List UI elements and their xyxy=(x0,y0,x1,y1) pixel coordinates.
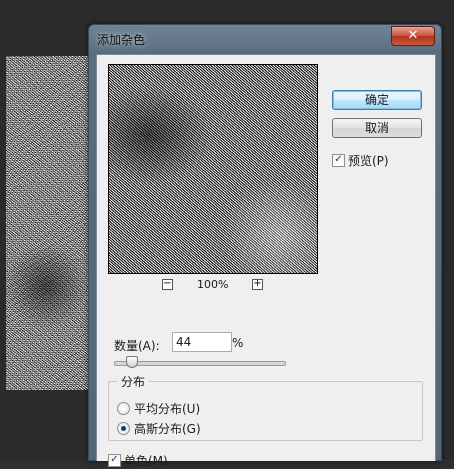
document-canvas xyxy=(6,56,92,390)
zoom-level: 100% xyxy=(197,278,229,291)
monochromatic-label: 单色(M) xyxy=(124,454,168,468)
zoom-out-button[interactable]: − xyxy=(162,279,173,290)
radio-gaussian-label: 高斯分布(G) xyxy=(134,422,201,436)
zoom-in-button[interactable]: + xyxy=(252,279,263,290)
radio-uniform[interactable]: 平均分布(U) xyxy=(117,400,200,417)
checkbox-check-icon[interactable]: ✓ xyxy=(332,154,345,167)
amount-label: 数量(A): xyxy=(114,339,160,353)
noise-preview[interactable] xyxy=(108,64,318,274)
plus-icon: + xyxy=(253,278,262,289)
title-bar[interactable]: 添加杂色 ✕ xyxy=(89,25,441,53)
close-icon: ✕ xyxy=(407,28,419,43)
close-button[interactable]: ✕ xyxy=(391,26,435,46)
amount-input[interactable]: 44 xyxy=(172,332,232,352)
dialog-title: 添加杂色 xyxy=(97,33,146,47)
monochromatic-checkbox[interactable]: ✓ 单色(M) xyxy=(108,452,168,469)
amount-slider-thumb[interactable] xyxy=(126,356,138,368)
amount-slider-track[interactable] xyxy=(114,361,286,366)
dialog-body: − 100% + 确定 取消 ✓ 预览(P) 数量(A): 44 % 分布 平均分… xyxy=(96,54,436,468)
ok-button[interactable]: 确定 xyxy=(332,90,422,110)
cancel-button[interactable]: 取消 xyxy=(332,118,422,138)
distribution-title: 分布 xyxy=(117,373,150,390)
radio-gaussian[interactable]: 高斯分布(G) xyxy=(117,420,201,437)
add-noise-dialog: 添加杂色 ✕ − 100% + 确定 取消 ✓ 预览(P) 数量(A): 44 %… xyxy=(88,24,442,468)
minus-icon: − xyxy=(163,278,172,289)
radio-uniform-label: 平均分布(U) xyxy=(134,402,201,416)
preview-checkbox[interactable]: ✓ 预览(P) xyxy=(332,152,389,169)
radio-button[interactable] xyxy=(117,422,130,435)
preview-label: 预览(P) xyxy=(348,154,389,168)
checkbox-check-icon[interactable]: ✓ xyxy=(108,454,121,467)
radio-button[interactable] xyxy=(117,402,130,415)
amount-unit: % xyxy=(232,336,244,350)
